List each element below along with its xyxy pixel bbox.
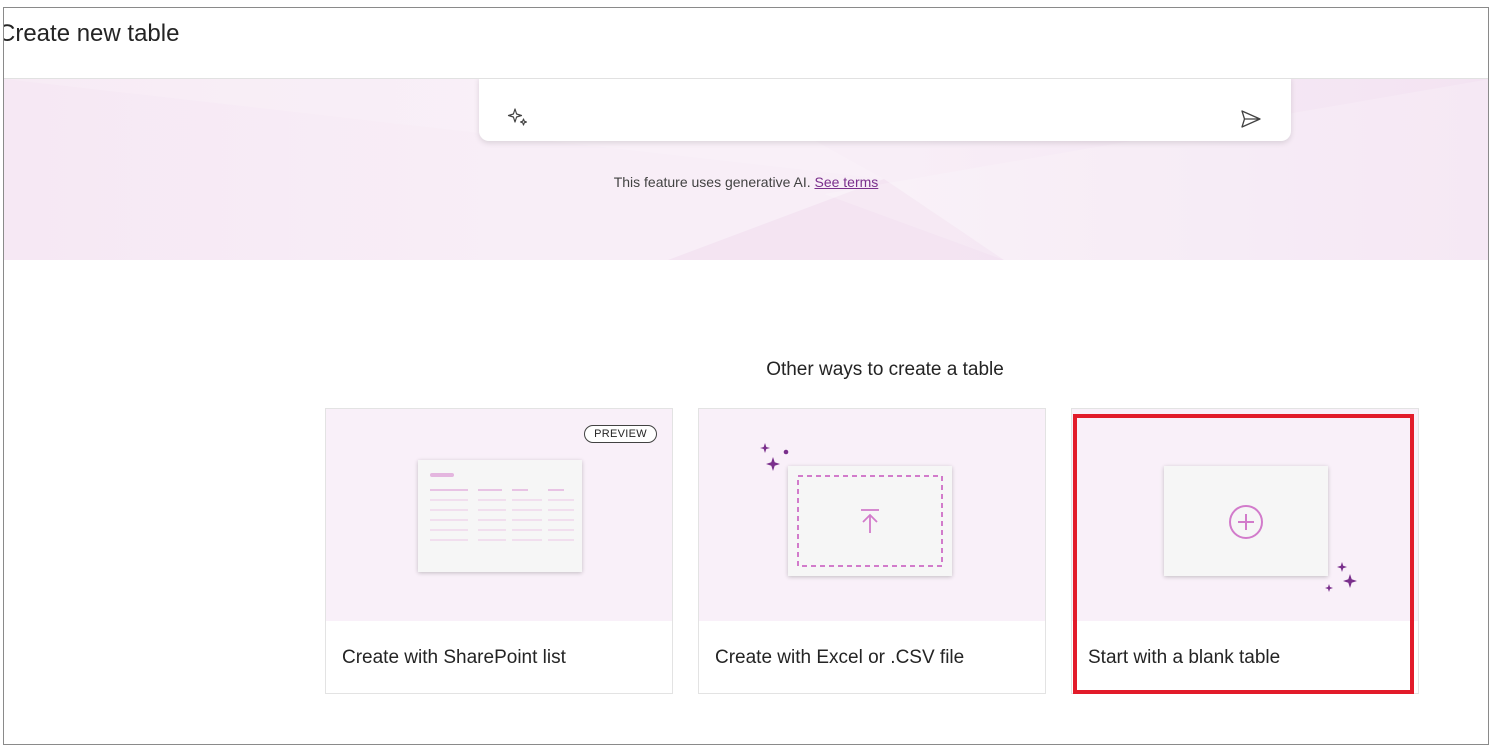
- blank-card-thumbnail: [1072, 409, 1418, 621]
- section-title: Other ways to create a table: [766, 359, 1004, 380]
- ai-disclaimer: This feature uses generative AI. See ter…: [4, 174, 1488, 190]
- blank-card-label: Start with a blank table: [1088, 647, 1281, 668]
- sparkle-icon: [507, 108, 528, 126]
- sparkle-decoration-icon: [1325, 562, 1357, 592]
- page-header: Create new table: [4, 8, 1488, 79]
- see-terms-link[interactable]: See terms: [814, 174, 878, 190]
- disclaimer-text: This feature uses generative AI.: [613, 174, 811, 190]
- send-icon[interactable]: [1240, 109, 1262, 129]
- preview-badge: PREVIEW: [584, 425, 657, 443]
- excel-card-thumbnail: [699, 409, 1045, 621]
- list-lines-graphic: [430, 473, 574, 541]
- upload-icon: [861, 509, 879, 533]
- excel-csv-card[interactable]: Create with Excel or .CSV file: [698, 408, 1046, 694]
- ai-prompt-area: This feature uses generative AI. See ter…: [4, 79, 1488, 260]
- excel-card-label: Create with Excel or .CSV file: [715, 647, 965, 668]
- sharepoint-card-thumbnail: PREVIEW: [326, 409, 672, 621]
- page-title: Create new table: [3, 20, 180, 47]
- app-window: Create new table This feature uses gener…: [3, 7, 1489, 745]
- upload-illustration: [788, 466, 952, 576]
- blank-table-illustration: [1164, 466, 1328, 576]
- prompt-input[interactable]: [479, 79, 1291, 141]
- sharepoint-list-card[interactable]: PREVIEW Create with SharePoint list: [325, 408, 673, 694]
- list-illustration: [418, 460, 582, 572]
- sharepoint-card-label: Create with SharePoint list: [342, 647, 566, 668]
- add-circle-icon: [1229, 505, 1263, 539]
- blank-table-card[interactable]: Start with a blank table: [1071, 408, 1419, 694]
